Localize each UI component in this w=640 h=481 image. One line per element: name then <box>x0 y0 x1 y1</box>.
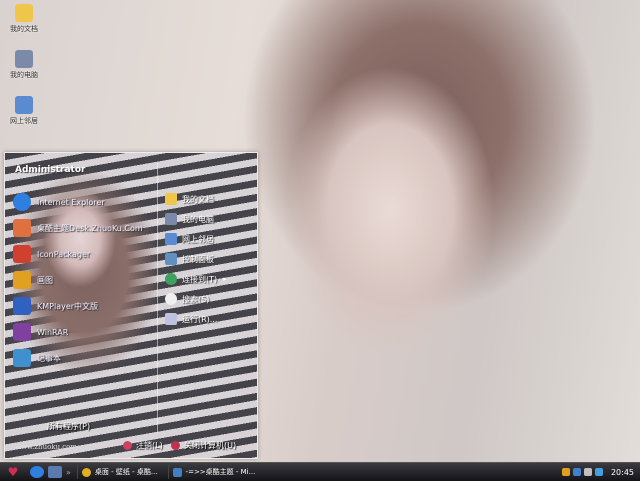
pinned-item-iconpackager[interactable]: IconPackager <box>13 241 163 267</box>
kmplayer-icon <box>13 297 31 315</box>
pinned-item-label: 画图 <box>37 275 53 285</box>
submenu-arrow-icon: ▸ <box>223 275 227 283</box>
computer-icon <box>15 50 33 68</box>
desktop-icon-label: 网上邻居 <box>10 117 38 125</box>
places-item-label: 我的电脑 <box>182 214 214 224</box>
search-icon <box>165 293 177 305</box>
paint-icon <box>13 271 31 289</box>
tray-volume-icon[interactable] <box>583 468 592 476</box>
shutdown-label: 关闭计算机(U) <box>184 441 237 450</box>
pinned-item-label: KMPlayer中文版 <box>37 301 99 311</box>
places-item-connect-to[interactable]: 连接到(T) ▸ <box>165 269 255 289</box>
quicklaunch-ie-icon[interactable] <box>30 466 44 478</box>
places-item-my-documents[interactable]: 我的文档 <box>165 189 255 209</box>
winrar-icon <box>13 323 31 341</box>
start-menu: Administrator Internet Explorer 桌酷主题Desk… <box>4 152 258 459</box>
power-icon <box>171 441 180 450</box>
places-item-control-panel[interactable]: 控制面板 <box>165 249 255 269</box>
theme-icon <box>13 219 31 237</box>
control-panel-icon <box>165 253 177 265</box>
taskbar-task-browser[interactable]: 桌面 - 壁纸 - 桌酷... <box>76 465 162 479</box>
taskbar: ♥ » 桌面 - 壁纸 - 桌酷... -=>>桌酷主题 - Mi... 20:… <box>0 462 640 481</box>
places-item-label: 搜索(S) <box>182 294 210 304</box>
all-programs-button[interactable]: 所有程序(P) <box>47 421 90 432</box>
start-menu-footer-url: www.zhuoku.com <box>15 443 78 451</box>
desktop-icon-my-documents[interactable]: 我的文档 <box>0 4 48 34</box>
pinned-item-label: 桌酷主题Desk.ZhuoKu.Com <box>37 223 143 233</box>
places-item-label: 连接到(T) <box>182 274 218 284</box>
desktop-icon-label: 我的电脑 <box>10 71 38 79</box>
pinned-item-zhuoku-theme[interactable]: 桌酷主题Desk.ZhuoKu.Com <box>13 215 163 241</box>
folder-icon <box>15 4 33 22</box>
pinned-item-paint[interactable]: 画图 <box>13 267 163 293</box>
places-item-label: 网上邻居 <box>182 234 214 244</box>
pinned-item-internet-explorer[interactable]: Internet Explorer <box>13 189 163 215</box>
start-menu-username: Administrator <box>15 165 86 175</box>
system-tray: 20:45 <box>559 463 640 481</box>
tray-security-icon[interactable] <box>594 468 603 476</box>
network-icon <box>165 233 177 245</box>
start-menu-divider <box>157 163 158 433</box>
desktop-icon-my-computer[interactable]: 我的电脑 <box>0 50 48 80</box>
desktop-icon-label: 我的文档 <box>10 25 38 33</box>
start-menu-pinned-list: Internet Explorer 桌酷主题Desk.ZhuoKu.Com Ic… <box>13 189 163 371</box>
run-icon <box>165 313 177 325</box>
chrome-icon <box>81 467 91 477</box>
connect-icon <box>165 273 177 285</box>
places-item-label: 控制面板 <box>182 254 214 264</box>
shutdown-button[interactable]: 关闭计算机(U) <box>171 440 236 451</box>
folder-icon <box>165 193 177 205</box>
pinned-item-label: 记事本 <box>37 353 61 363</box>
ie-icon <box>13 193 31 211</box>
places-item-network[interactable]: 网上邻居 <box>165 229 255 249</box>
taskbar-task-document[interactable]: -=>>桌酷主题 - Mi... <box>167 465 260 479</box>
desktop-icon-network[interactable]: 网上邻居 <box>0 96 48 126</box>
places-item-run[interactable]: 运行(R)... <box>165 309 255 329</box>
logoff-icon <box>123 441 132 450</box>
places-item-search[interactable]: 搜索(S) <box>165 289 255 309</box>
logoff-label: 注销(L) <box>136 441 163 450</box>
logoff-button[interactable]: 注销(L) <box>123 440 163 451</box>
pinned-item-winrar[interactable]: WinRAR <box>13 319 163 345</box>
quicklaunch-desktop-icon[interactable] <box>48 466 62 478</box>
taskbar-task-label: -=>>桌酷主题 - Mi... <box>185 468 256 476</box>
pinned-item-label: IconPackager <box>37 249 91 259</box>
notepad-icon <box>13 349 31 367</box>
places-item-label: 运行(R)... <box>182 314 218 324</box>
places-item-my-computer[interactable]: 我的电脑 <box>165 209 255 229</box>
pinned-item-label: Internet Explorer <box>37 197 105 207</box>
iconpackager-icon <box>13 245 31 263</box>
places-item-label: 我的文档 <box>182 194 214 204</box>
quicklaunch-expand-icon[interactable]: » <box>66 468 71 477</box>
taskbar-clock[interactable]: 20:45 <box>611 468 634 477</box>
start-menu-places-list: 我的文档 我的电脑 网上邻居 控制面板 连接到(T) ▸ 搜索(S) 运行(R)… <box>165 189 255 329</box>
computer-icon <box>165 213 177 225</box>
pinned-item-notepad[interactable]: 记事本 <box>13 345 163 371</box>
tray-warning-icon[interactable] <box>561 468 570 476</box>
pinned-item-kmplayer[interactable]: KMPlayer中文版 <box>13 293 163 319</box>
pinned-item-label: WinRAR <box>37 327 69 337</box>
start-logo-icon: ♥ <box>7 465 19 479</box>
document-icon <box>172 467 182 477</box>
taskbar-task-label: 桌面 - 壁纸 - 桌酷... <box>94 468 158 476</box>
tray-network-icon[interactable] <box>572 468 581 476</box>
network-icon <box>15 96 33 114</box>
start-button[interactable]: ♥ <box>0 464 26 480</box>
